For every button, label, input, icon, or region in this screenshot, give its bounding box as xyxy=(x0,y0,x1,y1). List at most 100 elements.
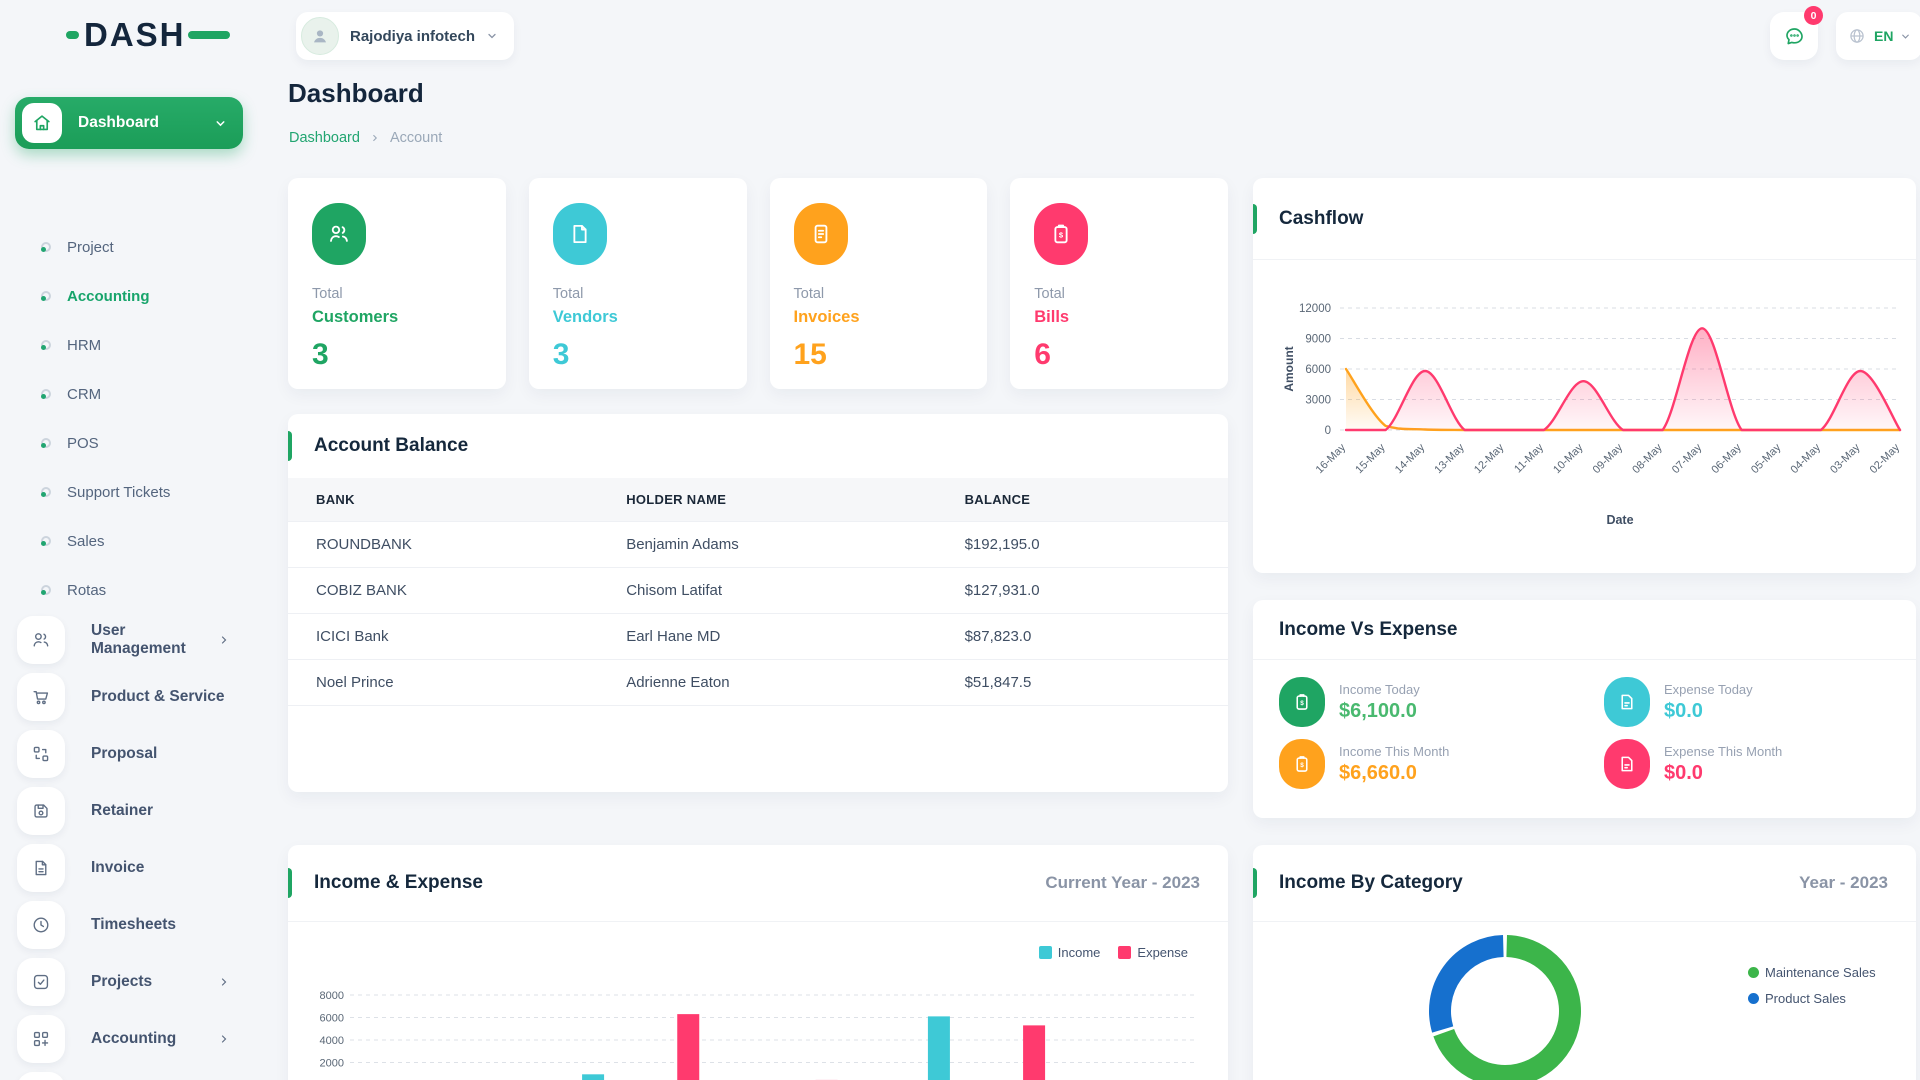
retainer-icon xyxy=(17,787,65,835)
messages-button[interactable]: 0 xyxy=(1770,12,1818,60)
grid-plus-icon xyxy=(17,1015,65,1063)
svg-text:6000: 6000 xyxy=(1305,364,1331,376)
sidebar-item-support-tickets[interactable]: Support Tickets xyxy=(0,481,266,503)
svg-text:10-May: 10-May xyxy=(1551,441,1586,476)
expense-this-month-item: Expense This Month $0.0 xyxy=(1604,739,1782,789)
stat-card-bills[interactable]: $ Total Bills 6 xyxy=(1010,178,1228,389)
svg-text:$: $ xyxy=(1300,700,1304,707)
chevron-right-icon xyxy=(218,1033,230,1045)
legend-expense: Expense xyxy=(1118,945,1188,960)
sidebar-item-user-management[interactable]: User Management xyxy=(0,616,266,664)
svg-text:3000: 3000 xyxy=(1305,395,1331,407)
income-by-category-card: Income By Category Year - 2023 Maintenan… xyxy=(1253,845,1916,1080)
legend-swatch-icon xyxy=(1039,946,1052,959)
svg-text:04-May: 04-May xyxy=(1789,441,1824,476)
legend-dot-icon xyxy=(1748,967,1759,978)
income-category-donut-chart xyxy=(1415,921,1595,1080)
chevron-right-icon xyxy=(370,133,380,143)
svg-text:4000: 4000 xyxy=(320,1035,344,1047)
legend-swatch-icon xyxy=(1118,946,1131,959)
svg-text:15-May: 15-May xyxy=(1353,441,1388,476)
amount-value: $6,100.0 xyxy=(1339,700,1420,723)
customers-icon xyxy=(312,203,366,265)
breadcrumb: Dashboard Account xyxy=(289,130,442,146)
svg-text:07-May: 07-May xyxy=(1670,441,1705,476)
svg-text:13-May: 13-May xyxy=(1432,441,1467,476)
svg-text:8000: 8000 xyxy=(320,990,344,1002)
home-icon xyxy=(31,112,53,134)
sidebar-item-retainer[interactable]: Retainer xyxy=(0,787,266,835)
sidebar-item-accounting[interactable]: Accounting xyxy=(0,285,266,307)
bullet-icon xyxy=(41,585,51,595)
logo-accent-icon xyxy=(66,31,79,39)
table-row: COBIZ BANK Chisom Latifat $127,931.0 xyxy=(288,568,1228,614)
globe-icon xyxy=(1847,26,1867,46)
home-iconbox xyxy=(22,103,62,143)
sidebar-item-projects[interactable]: Projects xyxy=(0,958,266,1006)
section-title: Cashflow xyxy=(1279,208,1363,230)
legend-maintenance-sales: Maintenance Sales xyxy=(1748,965,1876,980)
income-this-month-item: $ Income This Month $6,660.0 xyxy=(1279,739,1449,789)
bullet-icon xyxy=(41,487,51,497)
chevron-down-icon xyxy=(486,30,498,42)
cart-icon xyxy=(17,673,65,721)
person-icon xyxy=(309,25,331,47)
sidebar-item-project[interactable]: Project xyxy=(0,236,266,258)
bullet-icon xyxy=(41,438,51,448)
users-icon xyxy=(17,616,65,664)
sidebar-item-crm[interactable]: CRM xyxy=(0,383,266,405)
svg-text:Date: Date xyxy=(1606,513,1633,527)
sidebar-sub-menu: Project Accounting HRM CRM POS Support T… xyxy=(0,236,266,628)
sidebar-item-invoice[interactable]: Invoice xyxy=(0,844,266,892)
invoice-icon xyxy=(794,203,848,265)
bullet-icon xyxy=(41,536,51,546)
workspace-label: Rajodiya infotech xyxy=(350,28,475,45)
sidebar-item-hrm-menu[interactable]: HRM xyxy=(0,1072,266,1080)
sidebar-item-proposal[interactable]: Proposal xyxy=(0,730,266,778)
check-square-icon xyxy=(17,958,65,1006)
stat-card-customers[interactable]: Total Customers 3 xyxy=(288,178,506,389)
donut-legend: Maintenance Sales Product Sales xyxy=(1748,965,1876,1006)
amount-value: $6,660.0 xyxy=(1339,762,1449,785)
topbar: DASH Rajodiya infotech 0 EN xyxy=(0,0,1920,72)
page-title: Dashboard xyxy=(288,78,424,109)
table-row: Noel Prince Adrienne Eaton $51,847.5 xyxy=(288,660,1228,706)
breadcrumb-dashboard-link[interactable]: Dashboard xyxy=(289,130,360,146)
svg-text:6000: 6000 xyxy=(320,1013,344,1025)
amount-value: $0.0 xyxy=(1664,700,1753,723)
sidebar-item-rotas[interactable]: Rotas xyxy=(0,579,266,601)
stat-card-vendors[interactable]: Total Vendors 3 xyxy=(529,178,747,389)
svg-text:16-May: 16-May xyxy=(1314,441,1349,476)
stat-value: 15 xyxy=(794,338,964,372)
sidebar-item-timesheets[interactable]: Timesheets xyxy=(0,901,266,949)
sidebar-item-sales[interactable]: Sales xyxy=(0,530,266,552)
svg-text:08-May: 08-May xyxy=(1630,441,1665,476)
svg-text:02-May: 02-May xyxy=(1868,441,1903,476)
sidebar-item-product-service[interactable]: Product & Service xyxy=(0,673,266,721)
account-balance-card: Account Balance BANK HOLDER NAME BALANCE… xyxy=(288,414,1228,792)
sidebar-item-pos[interactable]: POS xyxy=(0,432,266,454)
bullet-icon xyxy=(41,389,51,399)
stat-value: 6 xyxy=(1034,338,1204,372)
svg-text:03-May: 03-May xyxy=(1828,441,1863,476)
svg-text:9000: 9000 xyxy=(1305,334,1331,346)
svg-text:14-May: 14-May xyxy=(1393,441,1428,476)
stat-card-invoices[interactable]: Total Invoices 15 xyxy=(770,178,988,389)
sidebar-item-hrm[interactable]: HRM xyxy=(0,334,266,356)
bill-icon: $ xyxy=(1279,677,1325,727)
chevron-right-icon xyxy=(218,976,230,988)
language-dropdown[interactable]: EN xyxy=(1836,12,1920,60)
table-row: ICICI Bank Earl Hane MD $87,823.0 xyxy=(288,614,1228,660)
section-title: Income & Expense xyxy=(314,872,483,894)
section-title: Account Balance xyxy=(314,435,468,457)
workspace-dropdown[interactable]: Rajodiya infotech xyxy=(296,12,514,60)
expense-today-item: Expense Today $0.0 xyxy=(1604,677,1753,727)
chevron-down-icon xyxy=(1900,31,1911,42)
svg-text:12000: 12000 xyxy=(1299,303,1331,315)
svg-text:12-May: 12-May xyxy=(1472,441,1507,476)
person-dashed-icon xyxy=(17,1072,65,1080)
sidebar-item-accounting-menu[interactable]: Accounting xyxy=(0,1015,266,1063)
income-vs-expense-card: Income Vs Expense $ Income Today $6,100.… xyxy=(1253,600,1916,818)
sidebar-item-dashboard[interactable]: Dashboard xyxy=(15,97,243,149)
app-logo[interactable]: DASH xyxy=(66,16,230,54)
